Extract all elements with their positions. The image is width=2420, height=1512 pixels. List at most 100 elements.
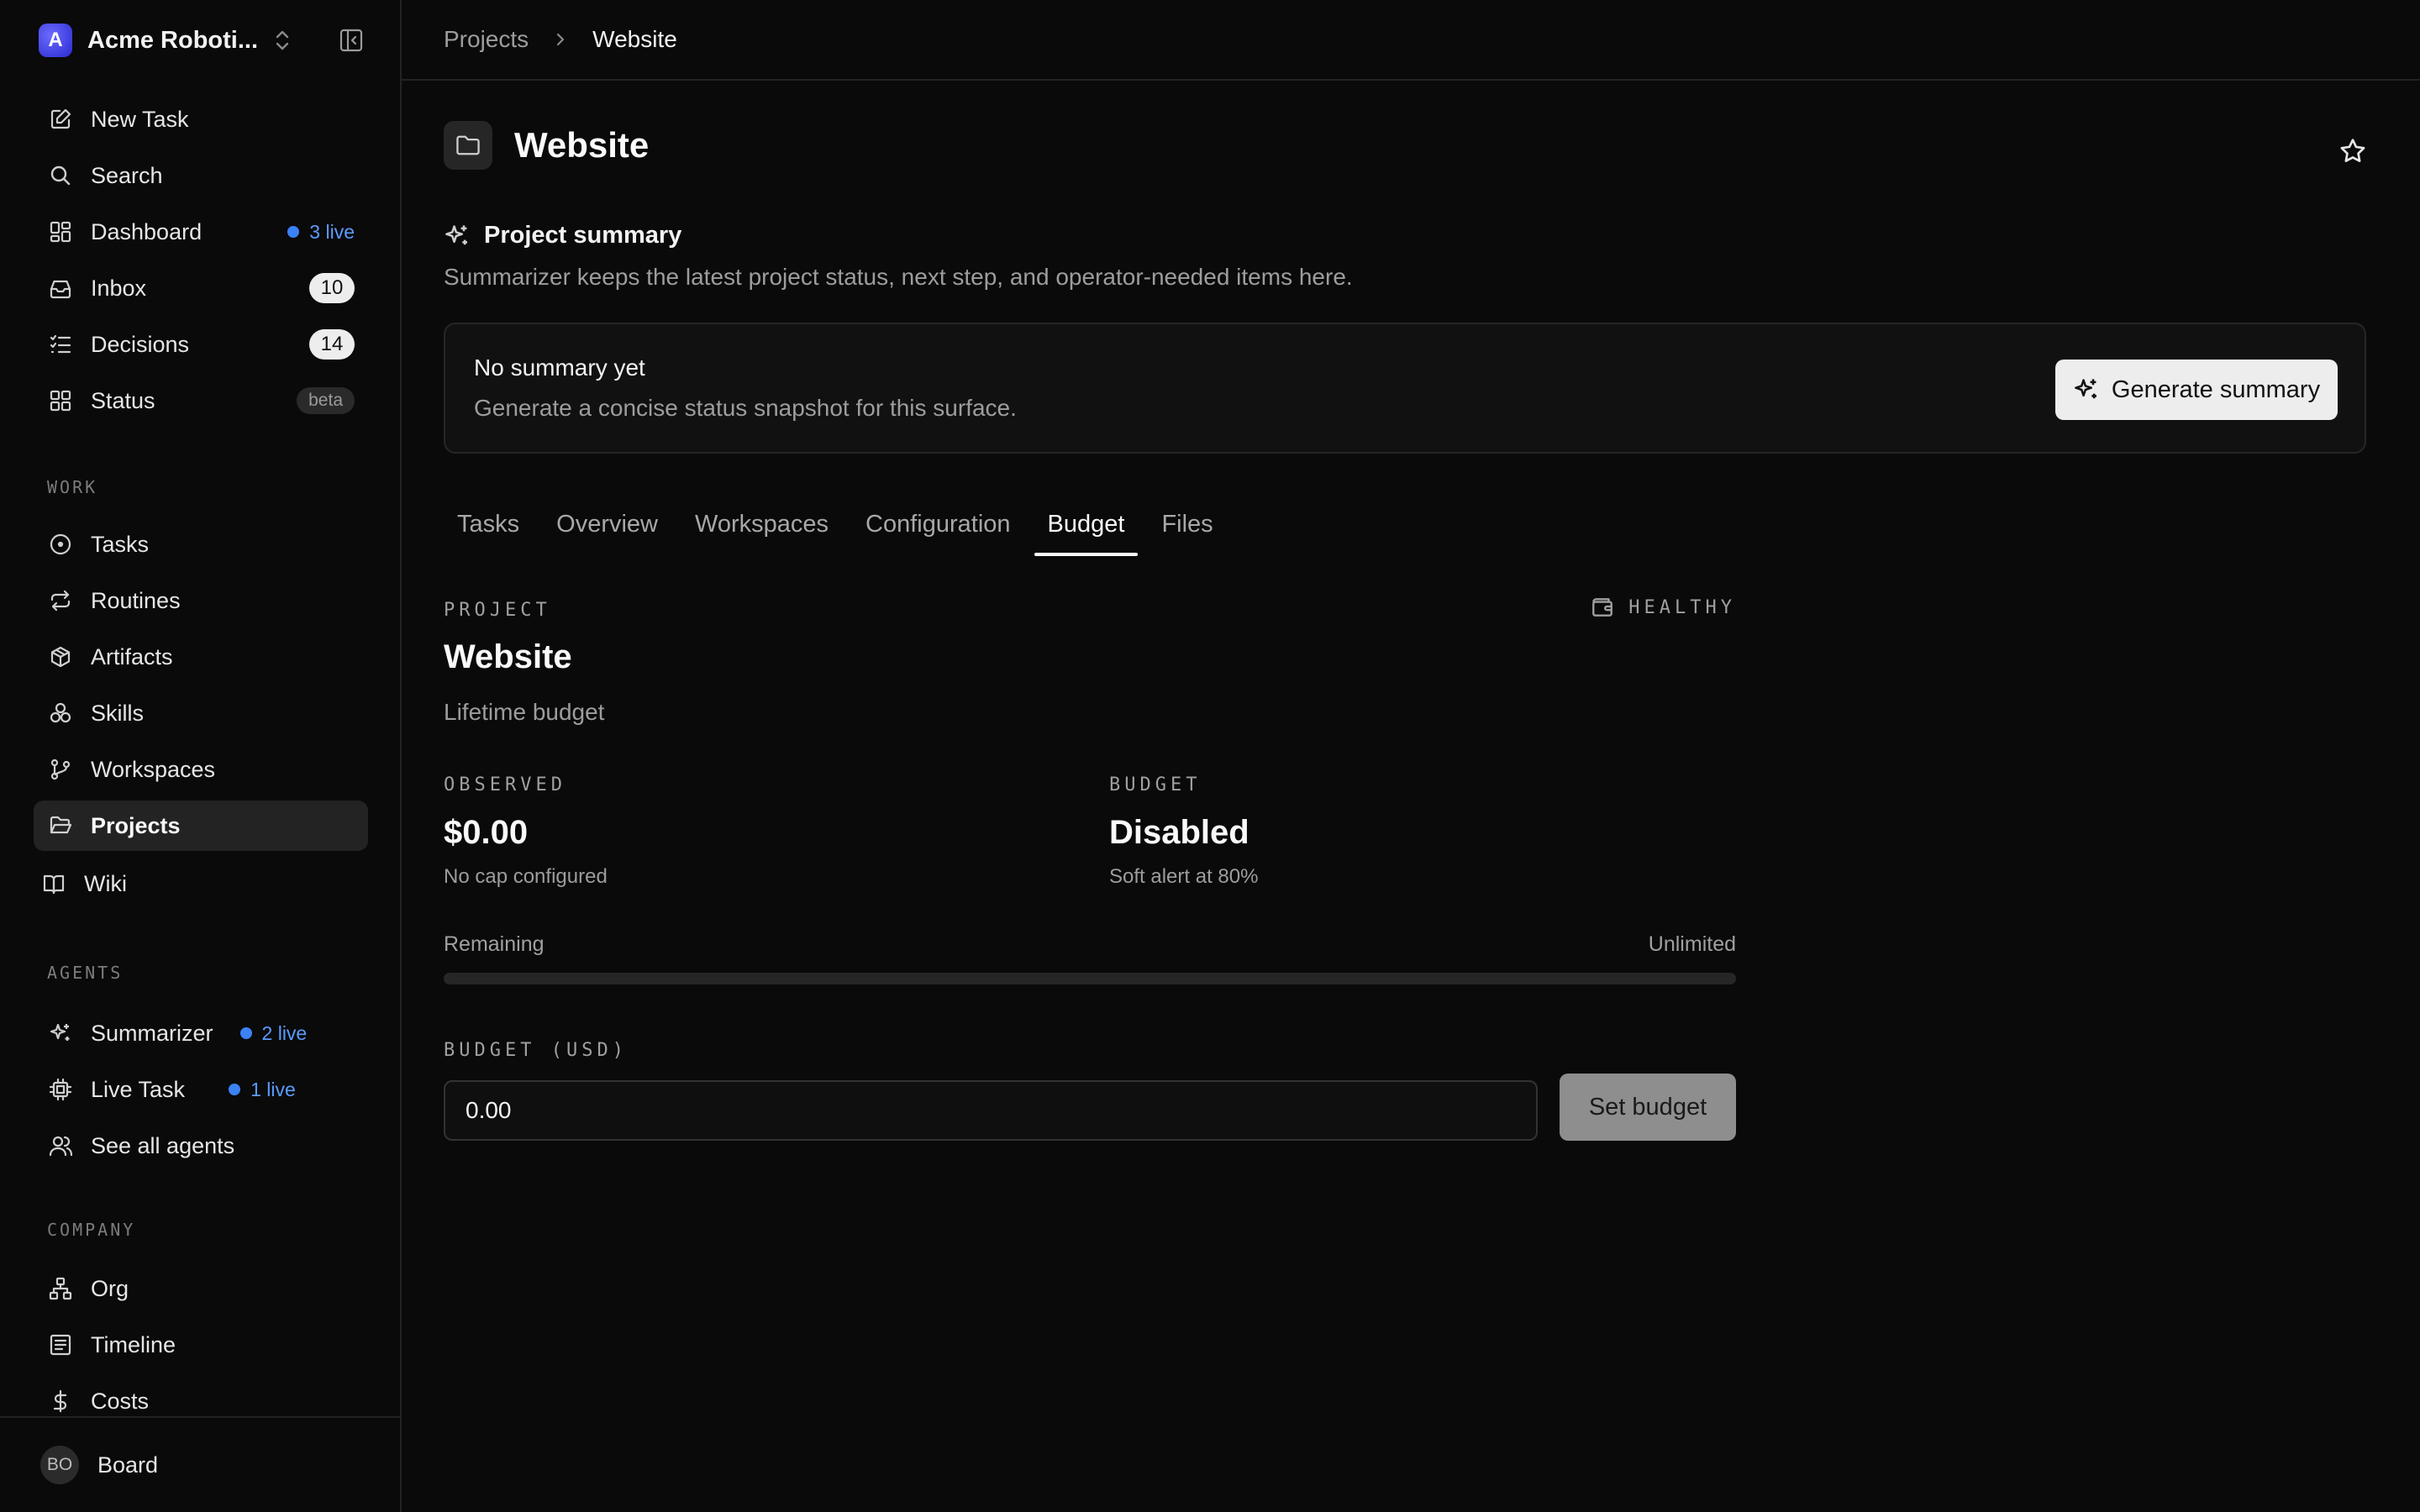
live-indicator: 3 live: [287, 221, 355, 244]
sidebar-item-timeline[interactable]: Timeline: [34, 1320, 368, 1370]
health-label: HEALTHY: [1628, 596, 1736, 618]
remaining-progress-bar: [444, 973, 1736, 984]
page-title: Website: [514, 125, 650, 165]
sidebar-item-projects[interactable]: Projects: [34, 801, 368, 851]
sidebar-item-new-task[interactable]: New Task: [34, 94, 368, 144]
decisions-count-badge: 14: [309, 329, 355, 360]
sparkles-icon: [47, 1020, 74, 1047]
sidebar-item-status[interactable]: Status beta: [34, 375, 368, 426]
checklist-icon: [47, 331, 74, 358]
live-count: 3 live: [309, 220, 355, 243]
workspace-logo: A: [39, 24, 72, 57]
sidebar-item-inbox[interactable]: Inbox 10: [34, 263, 368, 313]
book-icon: [40, 870, 67, 897]
sidebar-item-label: Live Task: [91, 1076, 186, 1102]
timeline-icon: [47, 1331, 74, 1358]
sidebar-item-summarizer[interactable]: Summarizer 2 live: [34, 1008, 368, 1058]
sidebar-item-search[interactable]: Search: [34, 150, 368, 201]
folder-open-icon: [47, 812, 74, 839]
sidebar-item-label: Dashboard: [91, 218, 203, 244]
tab-files[interactable]: Files: [1148, 492, 1226, 556]
tab-configuration[interactable]: Configuration: [852, 492, 1024, 556]
observed-value: $0.00: [444, 814, 529, 851]
chevrons-up-down-icon: [273, 28, 293, 53]
sidebar-item-skills[interactable]: Skills: [34, 688, 368, 738]
sidebar-item-workspaces[interactable]: Workspaces: [34, 744, 368, 795]
sidebar-item-org[interactable]: Org: [34, 1263, 368, 1314]
health-status: HEALTHY: [1590, 595, 1736, 620]
sidebar-item-label: Routines: [91, 587, 181, 613]
tab-workspaces[interactable]: Workspaces: [681, 492, 842, 556]
sidebar-collapse-icon[interactable]: [336, 25, 366, 55]
inbox-count-badge: 10: [309, 273, 355, 303]
breadcrumb-current: Website: [592, 26, 677, 52]
budget-value: Disabled: [1109, 814, 1249, 851]
budget-note: Soft alert at 80%: [1109, 865, 1259, 888]
live-indicator: 2 live: [239, 1022, 307, 1045]
generate-summary-button[interactable]: Generate summary: [2055, 360, 2338, 420]
project-label: PROJECT: [444, 600, 551, 621]
sidebar-item-label: Skills: [91, 700, 145, 726]
sidebar-item-see-all-agents[interactable]: See all agents: [34, 1121, 368, 1171]
project-tabs: Tasks Overview Workspaces Configuration …: [444, 492, 1237, 556]
observed-label: OBSERVED: [444, 774, 566, 795]
project-summary-header: Project summary: [444, 222, 681, 249]
tab-overview[interactable]: Overview: [543, 492, 671, 556]
budget-usd-input[interactable]: [444, 1080, 1538, 1141]
workspace-switcher[interactable]: A Acme Roboti...: [39, 22, 366, 59]
wallet-icon: [1590, 595, 1615, 620]
sidebar-item-label: Inbox: [91, 275, 147, 301]
sidebar-item-label: Costs: [91, 1388, 150, 1414]
generate-summary-label: Generate summary: [2111, 375, 2321, 403]
circles-icon: [47, 700, 74, 727]
summary-title: Project summary: [484, 222, 682, 249]
sidebar-item-artifacts[interactable]: Artifacts: [34, 632, 368, 682]
sidebar-item-dashboard[interactable]: Dashboard 3 live: [34, 207, 368, 257]
budget-project-name: Website: [444, 638, 572, 675]
search-icon: [47, 162, 74, 189]
summary-card-title: No summary yet: [474, 354, 645, 381]
sparkles-icon: [2073, 376, 2100, 403]
package-icon: [47, 643, 74, 670]
sidebar-item-tasks[interactable]: Tasks: [34, 519, 368, 570]
sidebar-item-label: Summarizer: [91, 1020, 213, 1046]
tab-tasks[interactable]: Tasks: [444, 492, 533, 556]
breadcrumb: Projects Website: [402, 0, 2420, 81]
sidebar-item-label: Timeline: [91, 1331, 176, 1357]
beta-badge: beta: [297, 387, 355, 414]
sidebar-item-label: Projects: [91, 812, 181, 838]
sidebar-item-wiki[interactable]: Wiki: [34, 858, 368, 909]
sidebar-item-label: Search: [91, 162, 163, 188]
sidebar: A Acme Roboti... New Task Search Dashboa…: [0, 0, 402, 1512]
sidebar-item-label: Org: [91, 1275, 129, 1301]
summary-card: No summary yet Generate a concise status…: [444, 323, 2366, 454]
sidebar-item-decisions[interactable]: Decisions 14: [34, 319, 368, 370]
live-dot: [287, 226, 300, 238]
live-dot: [239, 1027, 252, 1039]
circle-dot-icon: [47, 531, 74, 558]
breadcrumb-projects-link[interactable]: Projects: [444, 26, 529, 53]
folder-icon: [444, 121, 492, 170]
sidebar-item-live-task[interactable]: Live Task 1 live: [34, 1064, 368, 1115]
remaining-value: Unlimited: [1648, 932, 1736, 956]
section-label-agents: AGENTS: [47, 963, 124, 983]
live-dot: [229, 1084, 241, 1095]
remaining-row: Remaining Unlimited: [444, 932, 1736, 957]
sidebar-item-label: See all agents: [91, 1132, 235, 1158]
sidebar-item-label: Artifacts: [91, 643, 173, 669]
users-icon: [47, 1132, 74, 1159]
set-budget-button[interactable]: Set budget: [1560, 1074, 1736, 1141]
sidebar-footer-user[interactable]: BO Board: [0, 1416, 400, 1512]
live-count: 1 live: [250, 1078, 296, 1100]
tab-budget[interactable]: Budget: [1034, 492, 1139, 556]
org-icon: [47, 1275, 74, 1302]
repeat-icon: [47, 587, 74, 614]
sidebar-item-label: New Task: [91, 106, 189, 132]
sparkles-icon: [444, 223, 471, 249]
workspace-name: Acme Roboti...: [87, 26, 259, 54]
live-indicator: 1 live: [229, 1079, 296, 1101]
remaining-label: Remaining: [444, 932, 544, 956]
sidebar-item-routines[interactable]: Routines: [34, 575, 368, 626]
sidebar-item-label: Tasks: [91, 531, 150, 557]
star-icon[interactable]: [2336, 134, 2370, 168]
